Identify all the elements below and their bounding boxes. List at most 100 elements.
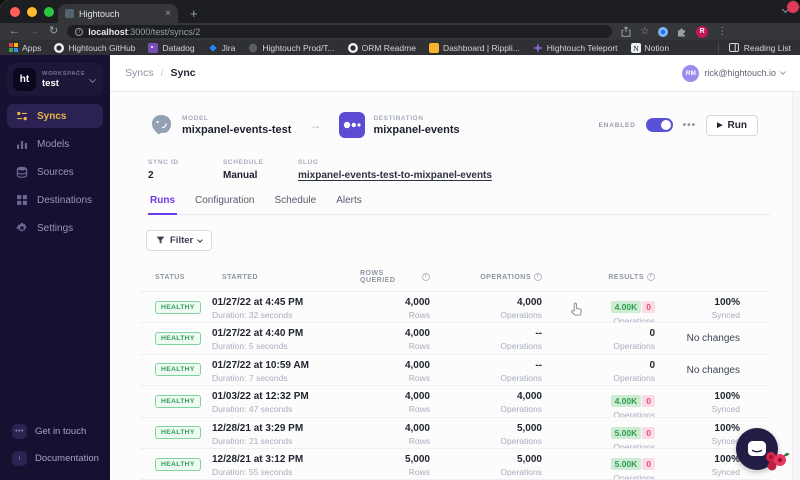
results-cell: 4.00K 0 Operations <box>550 386 662 417</box>
postgres-icon <box>148 112 174 138</box>
address-bar[interactable]: i localhost:3000/test/syncs/2 <box>67 25 613 38</box>
bookmark-item[interactable]: Hightouch Prod/T... <box>248 43 335 53</box>
traffic-lights <box>10 7 54 17</box>
bookmark-item[interactable]: Hightouch GitHub <box>54 42 136 53</box>
sidebar-documentation[interactable]: i Documentation <box>12 451 99 466</box>
results-cell: 0 Operations <box>550 355 662 385</box>
extension-globe-icon[interactable] <box>658 26 669 37</box>
status-cell: HEALTHY <box>140 386 212 416</box>
tab-alerts[interactable]: Alerts <box>334 195 364 214</box>
bookmark-item[interactable]: ORM Readme <box>347 42 416 53</box>
new-tab-button[interactable]: + <box>190 7 198 20</box>
destination-text: DESTINATION mixpanel-events <box>373 115 459 136</box>
share-icon[interactable] <box>621 26 631 37</box>
reload-button[interactable]: ↻ <box>49 26 58 37</box>
forward-button[interactable]: → <box>29 26 40 37</box>
run-started-time: 12/28/21 at 3:29 PM <box>212 422 304 434</box>
run-started-time: 12/28/21 at 3:12 PM <box>212 453 304 465</box>
browser-tab[interactable]: Hightouch × <box>58 4 178 23</box>
close-window-button[interactable] <box>10 7 20 17</box>
enabled-toggle[interactable] <box>645 118 673 132</box>
sidebar-item-settings[interactable]: Settings <box>7 216 103 240</box>
filter-button[interactable]: Filter <box>146 230 213 251</box>
run-started-time: 01/27/22 at 4:45 PM <box>212 297 304 308</box>
table-row[interactable]: HEALTHY 01/03/22 at 12:32 PM Duration: 47 … <box>140 385 770 417</box>
rows-queried-value: 5,000 <box>404 453 430 465</box>
user-menu[interactable]: RM rick@hightouch.io <box>682 64 786 82</box>
bookmark-star-icon[interactable]: ☆ <box>640 26 649 37</box>
browser-toolbar: ← → ↻ i localhost:3000/test/syncs/2 ☆ R … <box>0 23 800 40</box>
tab-title: Hightouch <box>79 8 120 19</box>
sidebar-item-label: Destinations <box>37 194 93 206</box>
bookmark-item[interactable]: Apps <box>9 43 41 53</box>
started-cell: 12/28/21 at 3:29 PM Duration: 21 seconds <box>212 418 360 448</box>
status-badge: HEALTHY <box>155 394 201 408</box>
workspace-selector[interactable]: ht WORKSPACE test <box>7 63 103 96</box>
operations-unit: Operations <box>500 310 542 320</box>
tab-configuration[interactable]: Configuration <box>193 195 256 214</box>
info-icon[interactable]: i <box>647 273 655 281</box>
bookmark-item[interactable]: N Notion <box>630 42 669 53</box>
meta-value: 2 <box>148 170 154 181</box>
apps-grid-icon <box>9 43 18 52</box>
destination-name: mixpanel-events <box>373 123 460 136</box>
run-button[interactable]: ▶ Run <box>706 114 758 136</box>
bookmark-item[interactable]: Hightouch Teleport <box>532 42 618 53</box>
zoom-window-button[interactable] <box>44 7 54 17</box>
info-icon: i <box>12 451 27 466</box>
chevron-down-icon <box>197 236 204 243</box>
run-duration: Duration: 55 seconds <box>212 466 293 477</box>
more-options-button[interactable]: ••• <box>683 120 697 131</box>
table-row[interactable]: HEALTHY 01/27/22 at 4:45 PM Duration: 32 s… <box>140 291 770 322</box>
sidebar-item-syncs[interactable]: Syncs <box>7 104 103 128</box>
back-button[interactable]: ← <box>9 26 20 37</box>
sidebar-item-destinations[interactable]: Destinations <box>7 188 103 212</box>
sidebar-footer: ••• Get in touch i Documentation <box>0 424 110 480</box>
operations-value: 4,000 <box>516 391 542 403</box>
sidebar-item-models[interactable]: Models <box>7 132 103 156</box>
model-entity[interactable]: MODEL mixpanel-events-test <box>148 112 291 138</box>
synced-percent: 100% <box>714 297 740 308</box>
breadcrumb-link-syncs[interactable]: Syncs <box>125 67 154 79</box>
tab-close-icon[interactable]: × <box>165 8 171 19</box>
github-icon <box>54 42 65 53</box>
destination-entity[interactable]: DESTINATION mixpanel-events <box>339 112 460 138</box>
site-info-icon[interactable]: i <box>75 27 84 36</box>
extensions-puzzle-icon[interactable] <box>677 27 687 37</box>
bookmark-item[interactable]: Jira <box>208 43 235 53</box>
bookmark-item[interactable]: Datadog <box>148 42 195 53</box>
user-avatar: RM <box>682 64 700 82</box>
tab-schedule[interactable]: Schedule <box>272 195 318 214</box>
tab-runs[interactable]: Runs <box>148 195 177 215</box>
slug-link[interactable]: mixpanel-events-test-to-mixpanel-events <box>298 170 492 181</box>
meta-label: SLUG <box>298 159 319 166</box>
model-name: mixpanel-events-test <box>182 123 292 136</box>
result-success-badge: 4.00K <box>610 301 642 313</box>
result-success-badge: 5.00K <box>610 457 642 470</box>
table-row[interactable]: HEALTHY 12/28/21 at 3:29 PM Duration: 21 s… <box>140 416 770 448</box>
browser-profile-avatar[interactable]: R <box>696 25 709 38</box>
rows-queried-unit: Rows <box>408 466 430 477</box>
bookmark-label: Hightouch GitHub <box>68 42 136 53</box>
synced-cell: No changes <box>662 355 770 385</box>
info-icon[interactable]: i <box>422 273 430 281</box>
table-row[interactable]: HEALTHY 01/27/22 at 4:40 PM Duration: 5 se… <box>140 322 770 353</box>
info-icon[interactable]: i <box>534 273 542 281</box>
syncs-icon <box>16 110 28 122</box>
operations-value: -- <box>535 328 542 340</box>
url-host: localhost <box>88 26 128 37</box>
bookmark-item[interactable]: Dashboard | Rippli... <box>428 42 520 53</box>
table-row[interactable]: HEALTHY 01/27/22 at 10:59 AM Duration: 7 s… <box>140 353 770 385</box>
url-text: localhost:3000/test/syncs/2 <box>88 27 200 37</box>
reading-list-button[interactable]: Reading List <box>717 42 791 53</box>
workspace-name: test <box>42 77 59 89</box>
minimize-window-button[interactable] <box>27 7 37 17</box>
sidebar-get-in-touch[interactable]: ••• Get in touch <box>12 424 98 439</box>
sidebar-item-sources[interactable]: Sources <box>7 160 103 184</box>
table-header: STATUS STARTED ROWS QUERIED i OPERATIONS i RES… <box>140 264 770 291</box>
synced-cell: No changes <box>662 323 770 353</box>
reading-list-label: Reading List <box>743 42 791 53</box>
scrollbar[interactable] <box>792 92 800 480</box>
table-row[interactable]: HEALTHY 12/28/21 at 3:12 PM Duration: 55 s… <box>140 447 770 479</box>
browser-menu-icon[interactable]: ⋮ <box>717 26 727 37</box>
